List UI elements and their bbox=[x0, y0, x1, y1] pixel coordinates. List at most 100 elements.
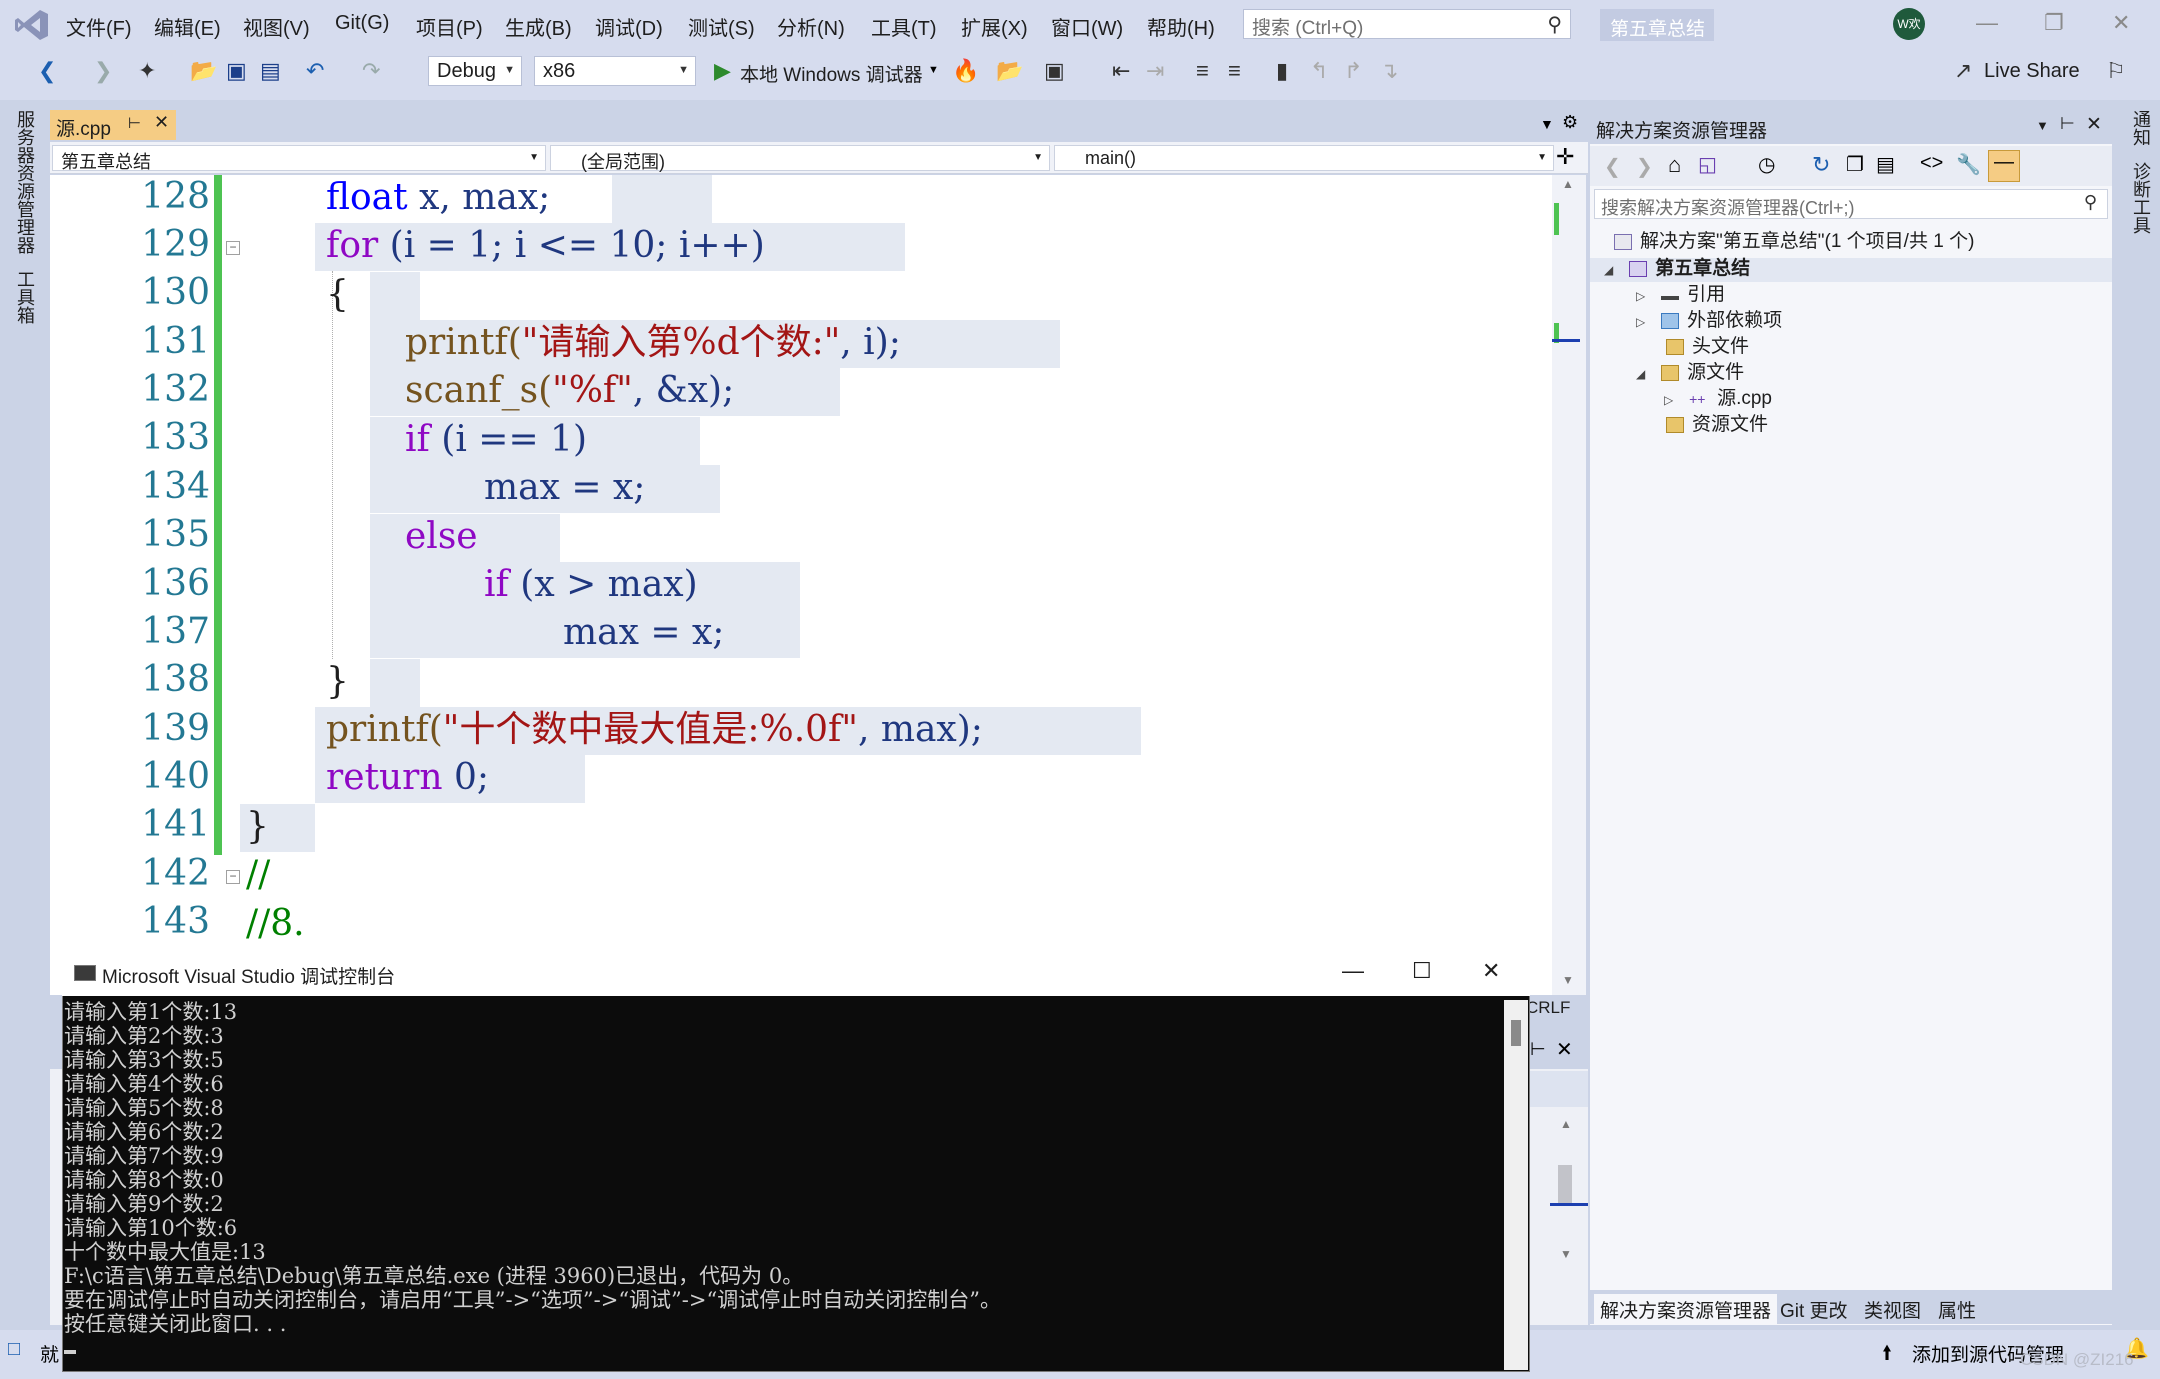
collapsed-arrow-icon[interactable]: ▷ bbox=[1664, 393, 1673, 407]
pin-icon[interactable]: ⊢ bbox=[2060, 114, 2075, 134]
tab-overflow-icon[interactable]: ▼ bbox=[1540, 116, 1554, 132]
panel-close-icon[interactable]: ✕ bbox=[1556, 1037, 1573, 1062]
maximize-icon[interactable]: ☐ bbox=[1412, 958, 1432, 984]
tab-git-changes[interactable]: Git 更改 bbox=[1774, 1294, 1854, 1325]
line-ending-indicator[interactable]: CRLF bbox=[1526, 998, 1570, 1018]
tree-item-header-files[interactable]: 头文件 bbox=[1666, 331, 1749, 358]
solution-search-input[interactable]: 搜索解决方案资源管理器(Ctrl+;) ⚲ bbox=[1594, 189, 2108, 219]
configuration-dropdown[interactable]: Debug ▼ bbox=[428, 56, 522, 86]
menu-window[interactable]: 窗口(W) bbox=[1051, 12, 1123, 41]
project-scope-dropdown[interactable]: 第五章总结 ▼ bbox=[52, 145, 546, 172]
close-icon[interactable]: ✕ bbox=[1482, 958, 1500, 984]
notifications-tab[interactable]: 通知 bbox=[2128, 110, 2154, 146]
tree-item-resource-files[interactable]: 资源文件 bbox=[1666, 409, 1768, 436]
settings-gear-icon[interactable]: ⚙ bbox=[1562, 112, 1578, 133]
collapse-all-icon[interactable]: ❐ bbox=[1846, 152, 1864, 177]
forward-icon[interactable]: ❯ bbox=[1636, 154, 1653, 179]
tree-item-external-deps[interactable]: ▷ 外部依赖项 bbox=[1636, 305, 1782, 332]
bookmark-icon[interactable]: ▮ bbox=[1276, 58, 1288, 84]
find-in-files-icon[interactable]: 📂 bbox=[996, 58, 1023, 84]
toolbox-tab[interactable]: 工具箱 bbox=[12, 270, 38, 324]
open-folder-icon[interactable]: 📂 bbox=[190, 58, 217, 84]
pin-icon[interactable]: ⊢ bbox=[128, 114, 141, 132]
outdent-icon[interactable]: ≡ bbox=[1228, 58, 1241, 84]
redo-icon[interactable]: ↷ bbox=[362, 58, 380, 84]
preview-selected-icon[interactable]: — bbox=[1988, 150, 2020, 182]
scroll-up-icon[interactable]: ▲ bbox=[1560, 1117, 1572, 1131]
tab-close-icon[interactable]: ✕ bbox=[154, 112, 169, 133]
menu-extensions[interactable]: 扩展(X) bbox=[961, 12, 1028, 41]
menu-debug[interactable]: 调试(D) bbox=[595, 12, 663, 41]
menu-analyze[interactable]: 分析(N) bbox=[777, 12, 845, 41]
collapsed-arrow-icon[interactable]: ▷ bbox=[1636, 289, 1645, 303]
tree-item-references[interactable]: ▷ 引用 bbox=[1636, 279, 1725, 306]
clear-bookmarks-icon[interactable]: ↴ bbox=[1380, 58, 1398, 84]
search-input[interactable]: 搜索 (Ctrl+Q) ⚲ bbox=[1243, 9, 1571, 39]
start-debugging-icon[interactable]: ▶ bbox=[714, 58, 731, 84]
collapsed-arrow-icon[interactable]: ▷ bbox=[1636, 315, 1645, 329]
tab-solution-explorer[interactable]: 解决方案资源管理器 bbox=[1594, 1294, 1778, 1325]
forward-icon[interactable]: ❯ bbox=[94, 58, 112, 84]
close-icon[interactable]: ✕ bbox=[2112, 10, 2130, 36]
panel-close-icon[interactable]: ✕ bbox=[2086, 113, 2102, 136]
step-icon[interactable]: ⇤ bbox=[1112, 58, 1130, 84]
menu-tools[interactable]: 工具(T) bbox=[871, 12, 937, 41]
expanded-arrow-icon[interactable]: ◢ bbox=[1604, 263, 1613, 277]
split-editor-icon[interactable]: ✛ bbox=[1556, 144, 1574, 170]
tree-item-solution[interactable]: 解决方案"第五章总结"(1 个项目/共 1 个) bbox=[1614, 226, 1974, 253]
avatar[interactable]: W欢 bbox=[1893, 8, 1925, 40]
diagnostics-tab[interactable]: 诊断工具 bbox=[2128, 162, 2154, 234]
scroll-down-icon[interactable]: ▼ bbox=[1560, 1247, 1572, 1261]
tab-source-cpp[interactable]: 源.cpp ⊢ ✕ bbox=[50, 110, 176, 140]
scroll-thumb[interactable] bbox=[1558, 1165, 1572, 1205]
collapse-icon[interactable]: − bbox=[226, 241, 240, 255]
tree-item-project[interactable]: ◢ 第五章总结 bbox=[1604, 253, 1750, 280]
step-over-icon[interactable]: ⇥ bbox=[1146, 58, 1164, 84]
platform-dropdown[interactable]: x86 ▼ bbox=[534, 56, 696, 86]
editor-scrollbar[interactable]: ▲ ▼ bbox=[1552, 175, 1586, 995]
tab-class-view[interactable]: 类视图 bbox=[1858, 1294, 1927, 1325]
code-editor[interactable]: 128 129 130 131 132 133 134 135 136 137 … bbox=[50, 175, 1552, 995]
live-share-icon[interactable]: ↗ bbox=[1954, 58, 1972, 84]
home-icon[interactable]: ⌂ bbox=[1668, 152, 1681, 178]
menu-build[interactable]: 生成(B) bbox=[505, 12, 572, 41]
console-scrollbar[interactable] bbox=[1504, 1000, 1528, 1370]
collapse-icon[interactable]: − bbox=[226, 870, 240, 884]
menu-view[interactable]: 视图(V) bbox=[243, 12, 310, 41]
minimize-icon[interactable]: — bbox=[1976, 10, 1998, 36]
tab-properties[interactable]: 属性 bbox=[1932, 1294, 1982, 1325]
minimize-icon[interactable]: — bbox=[1342, 958, 1364, 984]
indent-icon[interactable]: ≡ bbox=[1196, 58, 1209, 84]
tree-item-source-cpp[interactable]: ▷ ++ 源.cpp bbox=[1664, 383, 1772, 410]
code-view-icon[interactable]: <> bbox=[1920, 152, 1943, 175]
expanded-arrow-icon[interactable]: ◢ bbox=[1636, 367, 1645, 381]
start-debugging-button[interactable]: 本地 Windows 调试器 bbox=[740, 60, 923, 87]
show-all-files-icon[interactable]: ▤ bbox=[1876, 152, 1895, 177]
screenshot-icon[interactable]: ▣ bbox=[1044, 58, 1065, 84]
chevron-down-icon[interactable]: ▼ bbox=[928, 64, 939, 76]
back-icon[interactable]: ❮ bbox=[38, 58, 56, 84]
feedback-icon[interactable]: ⚐ bbox=[2106, 58, 2126, 84]
tree-item-source-files[interactable]: ◢ 源文件 bbox=[1636, 357, 1744, 384]
scroll-down-icon[interactable]: ▼ bbox=[1562, 973, 1574, 987]
live-share-button[interactable]: Live Share bbox=[1984, 60, 2080, 83]
menu-project[interactable]: 项目(P) bbox=[416, 12, 483, 41]
restore-icon[interactable]: ❐ bbox=[2044, 10, 2064, 36]
save-all-icon[interactable]: ▤ bbox=[260, 58, 281, 84]
menu-git[interactable]: Git(G) bbox=[335, 12, 389, 35]
scroll-thumb[interactable] bbox=[1511, 1020, 1521, 1046]
save-icon[interactable]: ▣ bbox=[226, 58, 247, 84]
back-icon[interactable]: ❮ bbox=[1604, 154, 1621, 179]
pin-icon[interactable]: ⊢ bbox=[1530, 1039, 1546, 1060]
chevron-down-icon[interactable]: ▼ bbox=[2036, 118, 2049, 133]
menu-file[interactable]: 文件(F) bbox=[66, 12, 132, 41]
undo-icon[interactable]: ↶ bbox=[306, 58, 324, 84]
prev-bookmark-icon[interactable]: ↰ bbox=[1310, 58, 1328, 84]
menu-edit[interactable]: 编辑(E) bbox=[154, 12, 221, 41]
sync-icon[interactable]: ↻ bbox=[1812, 152, 1830, 178]
menu-help[interactable]: 帮助(H) bbox=[1147, 12, 1215, 41]
switch-views-icon[interactable]: ◱ bbox=[1698, 152, 1717, 177]
hot-reload-icon[interactable]: 🔥 bbox=[952, 58, 979, 84]
scroll-up-icon[interactable]: ▲ bbox=[1562, 177, 1574, 191]
console-title-bar[interactable]: Microsoft Visual Studio 调试控制台 — ☐ ✕ bbox=[62, 952, 1530, 996]
